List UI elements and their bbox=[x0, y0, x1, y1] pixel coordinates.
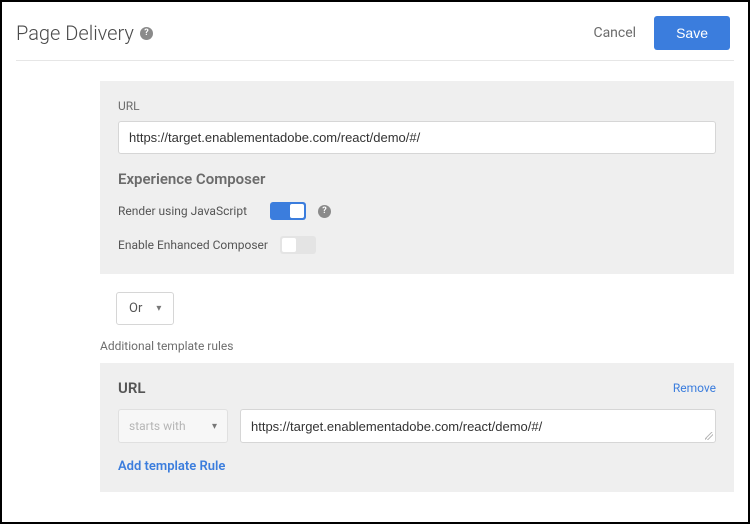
match-type-select[interactable]: starts with ▾ bbox=[118, 409, 228, 443]
operator-value: Or bbox=[129, 301, 142, 316]
enhanced-composer-toggle[interactable] bbox=[280, 236, 316, 254]
match-type-value: starts with bbox=[129, 419, 186, 433]
render-js-toggle[interactable] bbox=[270, 202, 306, 220]
render-js-label: Render using JavaScript bbox=[118, 204, 258, 218]
page-title: Page Delivery bbox=[16, 21, 134, 45]
operator-select[interactable]: Or ▾ bbox=[116, 292, 174, 325]
save-button[interactable]: Save bbox=[654, 16, 730, 50]
enhanced-composer-label: Enable Enhanced Composer bbox=[118, 238, 268, 252]
composer-title: Experience Composer bbox=[118, 170, 716, 188]
cancel-button[interactable]: Cancel bbox=[593, 25, 636, 41]
chevron-down-icon: ▾ bbox=[156, 303, 161, 314]
rule-panel: URL Remove starts with ▾ Add template Ru… bbox=[100, 363, 734, 492]
additional-rules-heading: Additional template rules bbox=[100, 339, 734, 353]
help-icon[interactable]: ? bbox=[318, 205, 331, 218]
remove-rule-button[interactable]: Remove bbox=[673, 381, 716, 395]
chevron-down-icon: ▾ bbox=[212, 421, 217, 432]
url-panel: URL Experience Composer Render using Jav… bbox=[100, 81, 734, 274]
help-icon[interactable]: ? bbox=[140, 27, 153, 40]
add-template-rule-button[interactable]: Add template Rule bbox=[118, 459, 225, 474]
rule-url-input[interactable] bbox=[240, 409, 716, 443]
url-input[interactable] bbox=[118, 121, 716, 154]
url-label: URL bbox=[118, 99, 716, 113]
rule-title: URL bbox=[118, 379, 146, 397]
